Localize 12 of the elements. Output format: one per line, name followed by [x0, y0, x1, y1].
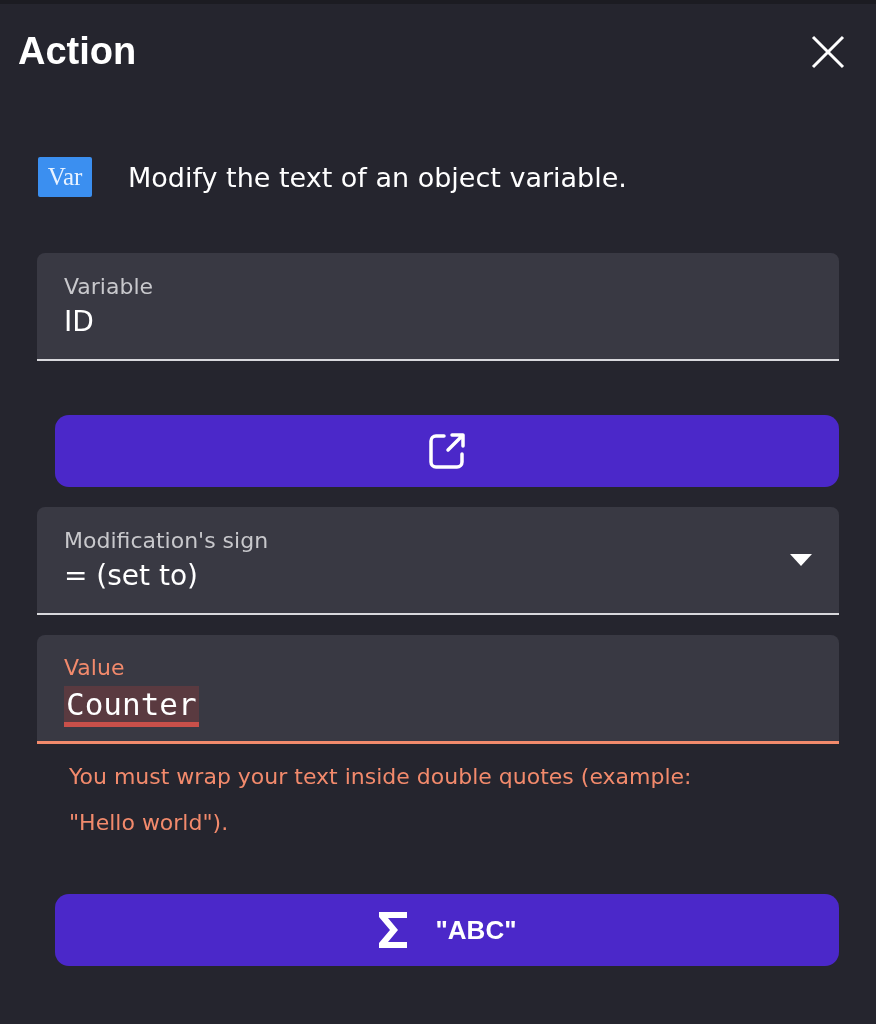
variable-icon: Var — [38, 157, 92, 197]
expression-button[interactable]: "ABC" — [55, 894, 839, 966]
sigma-icon — [377, 912, 408, 948]
close-icon[interactable] — [810, 33, 846, 70]
text-field[interactable]: Value Counter — [37, 635, 839, 744]
action-description: Modify the text of an object variable. — [128, 161, 627, 193]
text-field[interactable]: Variable ID — [37, 253, 839, 361]
select-field[interactable]: Modification's sign = (set to) — [37, 507, 839, 615]
dialog-title: Action — [18, 30, 137, 73]
error-message: You must wrap your text inside double quotes (example: "Hello world"). — [68, 763, 693, 837]
external-link-icon — [428, 432, 466, 470]
dropdown-caret-icon — [790, 554, 812, 566]
